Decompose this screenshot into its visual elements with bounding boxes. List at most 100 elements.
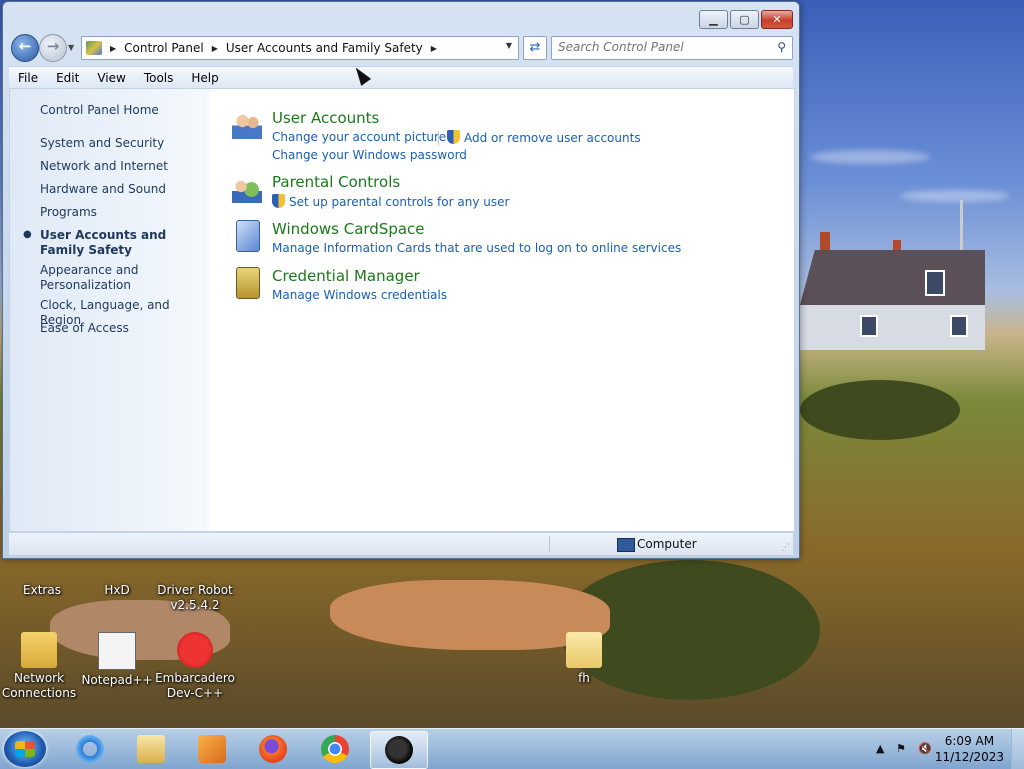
desktop-icon-fh[interactable]: fh bbox=[542, 632, 626, 686]
address-dropdown-icon[interactable]: ▼ bbox=[506, 41, 512, 50]
link-add-remove-accounts[interactable]: Add or remove user accounts bbox=[447, 130, 641, 145]
content-area: Control Panel Home System and Security N… bbox=[9, 88, 795, 532]
refresh-icon: ⇄ bbox=[529, 40, 541, 55]
system-tray: ▲ ⚑ 🔇 6:09 AM 11/12/2023 bbox=[864, 729, 1024, 769]
desktop-icon-extras[interactable]: Extras bbox=[0, 560, 84, 598]
cloud bbox=[810, 150, 930, 164]
control-panel-window: ▁ ▢ ✕ ← → ▼ ▶ Control Panel ▶ User Accou… bbox=[2, 1, 800, 559]
active-app-icon bbox=[385, 736, 413, 764]
link-change-account-picture[interactable]: Change your account picture bbox=[272, 130, 446, 144]
sidebar-item-network-internet[interactable]: Network and Internet bbox=[40, 159, 205, 174]
media-player-icon bbox=[198, 735, 226, 763]
link-setup-parental-controls[interactable]: Set up parental controls for any user bbox=[272, 194, 509, 209]
link-manage-information-cards[interactable]: Manage Information Cards that are used t… bbox=[272, 241, 681, 255]
user-accounts-icon[interactable] bbox=[232, 109, 262, 139]
status-zone: Computer bbox=[617, 537, 697, 552]
taskbar-file-explorer[interactable] bbox=[123, 731, 179, 767]
resize-grip-icon[interactable]: ⋰ bbox=[781, 543, 790, 553]
desktop-icon-label: Notepad++ bbox=[81, 673, 153, 687]
network-connections-icon bbox=[21, 632, 57, 668]
status-zone-label: Computer bbox=[637, 537, 697, 551]
cardspace-icon[interactable] bbox=[236, 220, 260, 252]
breadcrumb-user-accounts[interactable]: User Accounts and Family Safety bbox=[226, 41, 423, 55]
caption-buttons: ▁ ▢ ✕ bbox=[697, 10, 793, 29]
parental-controls-icon[interactable] bbox=[232, 173, 262, 203]
sidebar-item-user-accounts[interactable]: User Accounts and Family Safety bbox=[40, 228, 205, 258]
menu-view[interactable]: View bbox=[88, 71, 134, 85]
back-arrow-icon: ← bbox=[18, 37, 32, 55]
link-manage-windows-credentials[interactable]: Manage Windows credentials bbox=[272, 288, 447, 302]
file-explorer-icon bbox=[137, 735, 165, 763]
minimize-icon: ▁ bbox=[709, 13, 718, 26]
desktop-icon-notepad-plus-plus[interactable]: Notepad++ bbox=[75, 632, 159, 688]
credential-manager-title[interactable]: Credential Manager bbox=[272, 267, 420, 285]
menu-help[interactable]: Help bbox=[182, 71, 227, 85]
folder-icon bbox=[566, 632, 602, 668]
address-bar[interactable]: ▶ Control Panel ▶ User Accounts and Fami… bbox=[81, 36, 519, 60]
windows-logo-icon bbox=[15, 741, 35, 757]
desktop-icon-label: Extras bbox=[23, 583, 61, 597]
desktop-icon-driver-robot[interactable]: Driver Robot v2.5.4.2 bbox=[153, 560, 237, 613]
notepad-plus-plus-icon bbox=[98, 632, 136, 670]
taskbar-firefox[interactable] bbox=[245, 731, 301, 767]
taskbar: ▲ ⚑ 🔇 6:09 AM 11/12/2023 bbox=[0, 728, 1024, 769]
search-input[interactable] bbox=[558, 37, 768, 57]
forward-arrow-icon: → bbox=[46, 37, 60, 55]
minimize-button[interactable]: ▁ bbox=[699, 10, 728, 29]
menu-file[interactable]: File bbox=[9, 71, 47, 85]
show-desktop-button[interactable] bbox=[1011, 729, 1024, 769]
link-label: Set up parental controls for any user bbox=[289, 195, 510, 209]
desktop-icon-hxd[interactable]: HxD bbox=[75, 560, 159, 598]
sidebar-item-control-panel-home[interactable]: Control Panel Home bbox=[40, 103, 205, 118]
breadcrumb-separator-icon[interactable]: ▶ bbox=[212, 44, 218, 53]
left-pane: Control Panel Home System and Security N… bbox=[10, 89, 210, 531]
sidebar-item-ease-of-access[interactable]: Ease of Access bbox=[40, 321, 205, 336]
current-page-bullet-icon: ● bbox=[23, 229, 32, 240]
breadcrumb-separator-icon[interactable]: ▶ bbox=[110, 44, 116, 53]
menu-edit[interactable]: Edit bbox=[47, 71, 88, 85]
clock-time: 6:09 AM bbox=[944, 734, 995, 748]
desktop-icon-label: Embarcadero Dev-C++ bbox=[155, 671, 235, 700]
breadcrumb-separator-icon[interactable]: ▶ bbox=[431, 44, 437, 53]
desktop-icon-network-connections[interactable]: Network Connections bbox=[0, 632, 81, 701]
taskbar-active-app[interactable] bbox=[370, 731, 428, 769]
desktop-icon-dev-cpp[interactable]: Embarcadero Dev-C++ bbox=[153, 632, 237, 701]
link-label: Add or remove user accounts bbox=[464, 131, 641, 145]
link-change-password[interactable]: Change your Windows password bbox=[272, 148, 467, 162]
internet-explorer-icon bbox=[76, 735, 104, 763]
menu-bar: File Edit View Tools Help bbox=[9, 66, 793, 88]
sidebar-item-appearance[interactable]: Appearance and Personalization bbox=[40, 263, 150, 293]
sidebar-item-programs[interactable]: Programs bbox=[40, 205, 205, 220]
windows-cardspace-title[interactable]: Windows CardSpace bbox=[272, 220, 425, 238]
search-box[interactable]: ⚲ bbox=[551, 36, 793, 60]
navigation-bar: ← → ▼ ▶ Control Panel ▶ User Accounts an… bbox=[11, 34, 793, 62]
status-bar: Computer ⋰ bbox=[9, 532, 793, 555]
recent-pages-dropdown[interactable]: ▼ bbox=[68, 43, 74, 52]
chrome-icon bbox=[321, 735, 349, 763]
user-accounts-title[interactable]: User Accounts bbox=[272, 109, 379, 127]
forward-button[interactable]: → bbox=[39, 34, 67, 62]
taskbar-chrome[interactable] bbox=[307, 731, 363, 767]
credential-manager-icon[interactable] bbox=[236, 267, 260, 299]
volume-muted-icon[interactable]: 🔇 bbox=[918, 742, 932, 755]
start-button[interactable] bbox=[4, 731, 46, 767]
close-button[interactable]: ✕ bbox=[761, 10, 793, 29]
taskbar-media-player[interactable] bbox=[184, 731, 240, 767]
maximize-button[interactable]: ▢ bbox=[730, 10, 759, 29]
uac-shield-icon bbox=[272, 194, 285, 208]
status-divider bbox=[549, 536, 550, 552]
menu-tools[interactable]: Tools bbox=[135, 71, 183, 85]
desktop-icon-label: fh bbox=[578, 671, 590, 685]
show-hidden-icons-icon[interactable]: ▲ bbox=[876, 742, 884, 755]
taskbar-internet-explorer[interactable] bbox=[62, 731, 118, 767]
search-icon[interactable]: ⚲ bbox=[777, 40, 786, 54]
sidebar-item-system-security[interactable]: System and Security bbox=[40, 136, 205, 151]
link-separator bbox=[438, 131, 439, 145]
sidebar-item-hardware-sound[interactable]: Hardware and Sound bbox=[40, 182, 205, 197]
breadcrumb-control-panel[interactable]: Control Panel bbox=[124, 41, 204, 55]
action-center-icon[interactable]: ⚑ bbox=[896, 742, 906, 755]
clock[interactable]: 6:09 AM 11/12/2023 bbox=[935, 733, 1004, 765]
back-button[interactable]: ← bbox=[11, 34, 39, 62]
parental-controls-title[interactable]: Parental Controls bbox=[272, 173, 400, 191]
refresh-button[interactable]: ⇄ bbox=[523, 36, 547, 60]
